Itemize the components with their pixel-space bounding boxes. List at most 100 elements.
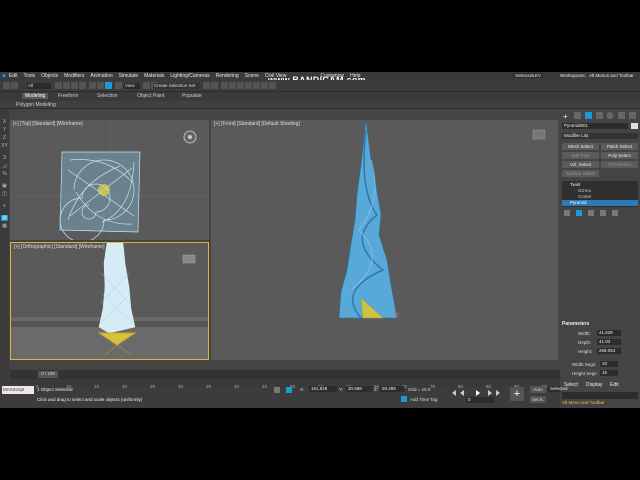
named-sel-icon[interactable]: ▣ xyxy=(1,183,8,189)
ffd-select-button[interactable]: FFD Select xyxy=(601,161,638,168)
move-icon[interactable] xyxy=(89,82,96,89)
quick-search-field[interactable] xyxy=(562,392,638,399)
window-crossing-icon[interactable] xyxy=(79,82,86,89)
tick-label: 45 xyxy=(262,384,268,389)
xy-axis-icon[interactable]: XY xyxy=(1,143,8,149)
stack-gizmo[interactable]: Gizmo xyxy=(578,188,591,193)
selection-filter-dropdown[interactable]: All xyxy=(27,83,51,89)
set-key-icon[interactable]: + xyxy=(510,387,524,401)
parameters-title[interactable]: Parameters xyxy=(562,321,589,327)
menu-tools[interactable]: Tools xyxy=(23,73,35,79)
tab-populate[interactable]: Populate xyxy=(182,93,202,99)
rect-selection-icon[interactable] xyxy=(71,82,78,89)
tab-display[interactable]: Display xyxy=(586,382,602,388)
key-selected-dropdown[interactable]: Selected xyxy=(548,386,568,392)
menu-simulate[interactable]: Simulate xyxy=(119,73,138,79)
y-coordinate-field[interactable]: 20.588 xyxy=(346,386,372,392)
edit-poly-button[interactable]: Edit Poly xyxy=(562,152,599,159)
tab-edit[interactable]: Edit xyxy=(610,382,619,388)
current-frame-field[interactable]: 0 xyxy=(466,397,494,403)
top-view-object xyxy=(10,120,209,240)
tab-selection[interactable]: Selection xyxy=(97,93,118,99)
time-slider-thumb[interactable]: 0 / 100 xyxy=(38,371,58,378)
menu-rendering[interactable]: Rendering xyxy=(216,73,239,79)
schematic-icon[interactable] xyxy=(237,82,244,89)
stack-pyramid[interactable]: Pyramid xyxy=(562,200,638,206)
reference-coord-dropdown[interactable]: View xyxy=(124,83,140,89)
object-name-field[interactable]: Pyramid001 xyxy=(562,123,628,129)
polygon-modeling-label[interactable]: Polygon Modeling xyxy=(16,102,56,108)
menu-modifiers[interactable]: Modifiers xyxy=(64,73,84,79)
time-slider[interactable]: 0 / 100 xyxy=(10,370,560,379)
poly-select-button[interactable]: Poly Select xyxy=(601,152,638,159)
viewport-orthographic[interactable]: [+] [Orthographic] [Standard] [Wireframe… xyxy=(10,242,209,360)
select-tool-icon[interactable]: X xyxy=(1,119,8,125)
z-axis-icon[interactable]: Z xyxy=(1,135,8,141)
snap-3d-icon[interactable]: 3 xyxy=(1,155,8,161)
render-setup-icon[interactable] xyxy=(253,82,260,89)
menu-lighting[interactable]: Lighting/Cameras xyxy=(170,73,209,79)
teapot-icon[interactable] xyxy=(269,82,276,89)
redo-icon[interactable] xyxy=(11,82,18,89)
select-by-name-icon[interactable] xyxy=(63,82,70,89)
toggle-ribbon-icon[interactable]: ▦ xyxy=(1,223,8,229)
menu-materials[interactable]: Materials xyxy=(144,73,164,79)
maxscript-listener[interactable]: MAXScript xyxy=(2,386,34,394)
stack-center[interactable]: Center xyxy=(578,194,592,199)
layer-icon[interactable] xyxy=(221,82,228,89)
snap-percent-icon[interactable]: % xyxy=(1,171,8,177)
surface-select-button[interactable]: Surface Select xyxy=(562,170,599,177)
object-color-swatch[interactable] xyxy=(631,123,638,129)
align-icon[interactable] xyxy=(211,82,218,89)
auto-key-button[interactable]: Auto xyxy=(530,386,546,393)
modifier-list-dropdown[interactable]: Modifier List xyxy=(562,133,638,139)
param-width-segs-field[interactable]: 10 xyxy=(600,361,618,367)
param-width-field[interactable]: 41.528 xyxy=(597,330,621,336)
tab-freeform[interactable]: Freeform xyxy=(58,93,78,99)
mesh-select-button[interactable]: Mesh Select xyxy=(562,143,599,150)
menu-objects[interactable]: Objects xyxy=(41,73,58,79)
x-coordinate-field[interactable]: 151.826 xyxy=(309,386,337,392)
patch-select-button[interactable]: Patch Select xyxy=(601,143,638,150)
y-axis-icon[interactable]: Y xyxy=(1,127,8,133)
param-height-segs-field[interactable]: 15 xyxy=(600,370,618,376)
viewport-front[interactable]: [+] [Front] [Standard] [Default Shading] xyxy=(211,120,558,360)
stack-twist[interactable]: Twist xyxy=(570,182,580,187)
place-icon[interactable] xyxy=(115,82,122,89)
z-label: Z: xyxy=(374,387,378,392)
snap-angle-icon[interactable]: ◿ xyxy=(1,163,8,169)
rotate-icon[interactable] xyxy=(97,82,104,89)
param-depth-field[interactable]: 41.93 xyxy=(597,339,621,345)
set-key-button[interactable]: Set K. xyxy=(530,396,546,403)
command-panel-tabs: + xyxy=(563,112,636,121)
absolute-mode-icon[interactable] xyxy=(286,387,292,393)
selection-set-dropdown[interactable]: Create Selection Set xyxy=(153,83,199,89)
edit-named-icon[interactable]: ◫ xyxy=(1,191,8,197)
viewport-top[interactable]: [+] [Top] [Standard] [Wireframe] xyxy=(10,120,209,240)
tab-object-paint[interactable]: Object Paint xyxy=(137,93,164,99)
lock-selection-icon[interactable] xyxy=(274,387,280,393)
scene-explorer-icon[interactable]: ▤ xyxy=(1,215,8,221)
select-object-icon[interactable] xyxy=(55,82,62,89)
curve-editor-icon[interactable] xyxy=(229,82,236,89)
menu-scene[interactable]: Scene xyxy=(245,73,259,79)
time-tag-icon[interactable] xyxy=(401,396,407,402)
pivot-icon[interactable] xyxy=(143,82,150,89)
tab-modeling[interactable]: Modeling xyxy=(22,93,49,99)
undo-icon[interactable] xyxy=(3,82,10,89)
vol-select-button[interactable]: Vol. Select xyxy=(562,161,599,168)
param-height-field[interactable]: 268.054 xyxy=(597,348,621,354)
menu-edit[interactable]: Edit xyxy=(9,73,18,79)
render-icon[interactable] xyxy=(261,82,268,89)
workspace-dropdown[interactable]: Alt Menus and Toolbar xyxy=(589,73,634,78)
ribbon-panel: Polygon Modeling xyxy=(0,101,640,109)
z-coordinate-field[interactable]: 50.289 xyxy=(380,386,404,392)
param-depth-label: Depth: xyxy=(578,340,592,345)
user-account[interactable]: SelectedLEV xyxy=(513,73,544,78)
add-time-tag[interactable]: Add Time Tag xyxy=(410,397,437,402)
scale-icon[interactable] xyxy=(105,82,112,89)
mirror-icon[interactable] xyxy=(203,82,210,89)
layer-manager-icon[interactable]: ≡ xyxy=(1,203,8,209)
menu-animation[interactable]: Animation xyxy=(90,73,112,79)
material-editor-icon[interactable] xyxy=(245,82,252,89)
